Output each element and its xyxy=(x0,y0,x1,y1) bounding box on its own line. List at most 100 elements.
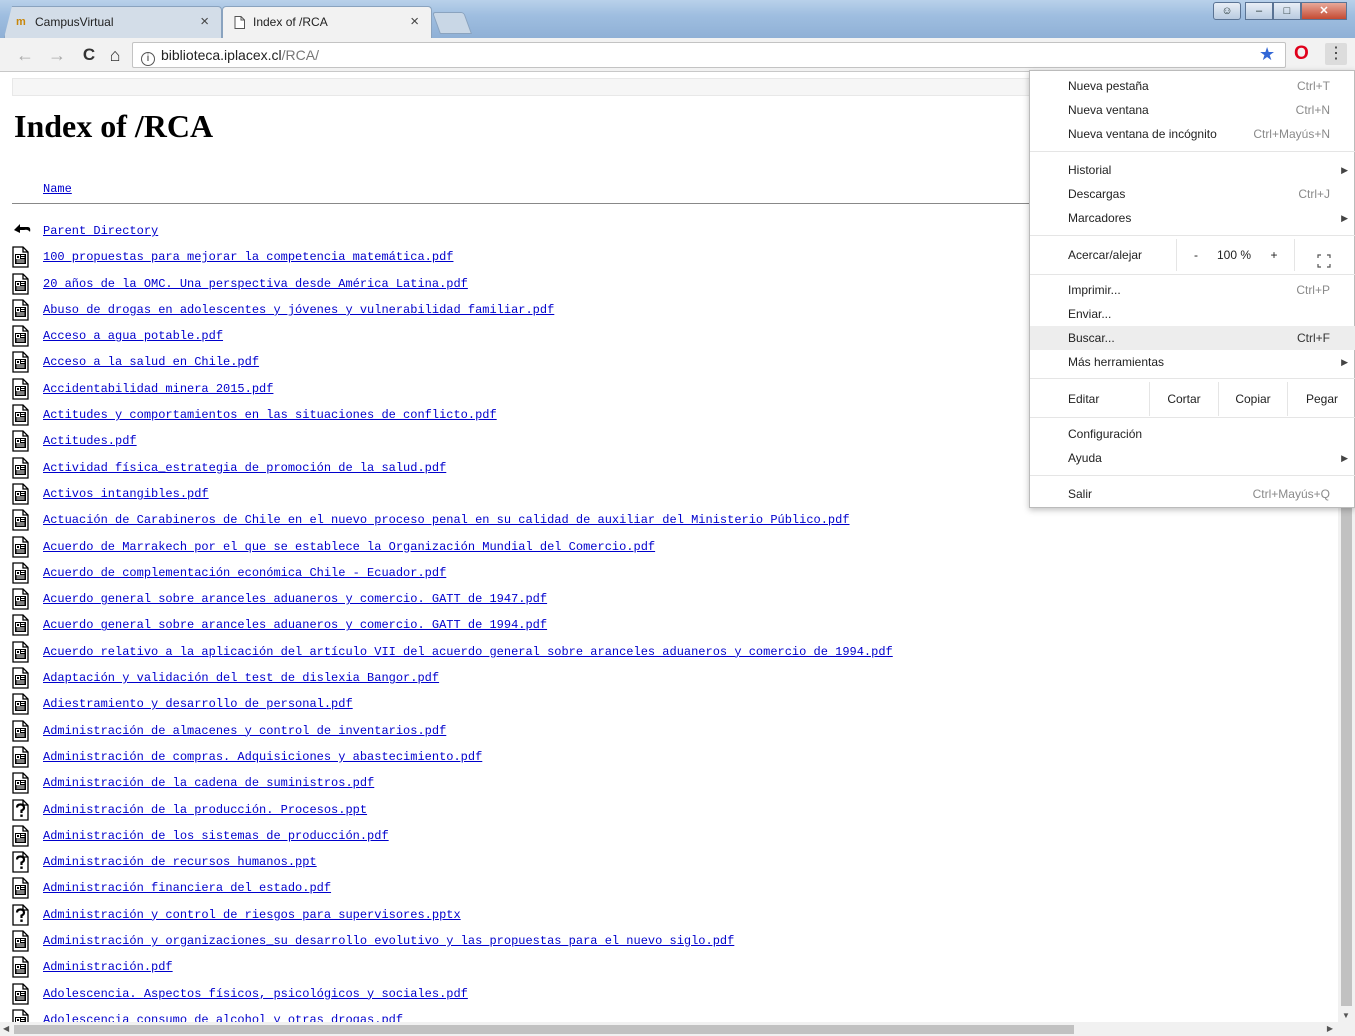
file-link[interactable]: Activos intangibles.pdf xyxy=(43,487,209,501)
file-link[interactable]: Acuerdo de complementación económica Chi… xyxy=(43,566,446,580)
menu-item-new-window[interactable]: Nueva ventana Ctrl+N xyxy=(1030,98,1355,122)
file-link[interactable]: Administración y control de riesgos para… xyxy=(43,908,461,922)
file-link[interactable]: Administración.pdf xyxy=(43,960,173,974)
cut-button[interactable]: Cortar xyxy=(1150,382,1218,414)
file-link[interactable]: Actitudes y comportamientos en las situa… xyxy=(43,408,497,422)
file-link[interactable]: Abuso de drogas en adolescentes y jóvene… xyxy=(43,303,554,317)
menu-item-find[interactable]: Buscar... Ctrl+F xyxy=(1030,326,1355,350)
tab-index-rca[interactable]: Index of /RCA × xyxy=(222,6,432,39)
submenu-arrow-icon: ▶ xyxy=(1341,453,1348,463)
pdf-file-icon xyxy=(12,825,32,847)
page-icon xyxy=(234,16,247,29)
file-link[interactable]: Acuerdo general sobre aranceles aduanero… xyxy=(43,618,547,632)
reload-button[interactable]: C xyxy=(78,44,100,66)
file-link[interactable]: Adiestramiento y desarrollo de personal.… xyxy=(43,697,353,711)
file-link[interactable]: Acuerdo relativo a la aplicación del art… xyxy=(43,645,893,659)
fullscreen-icon[interactable] xyxy=(1316,248,1332,268)
pdf-file-icon xyxy=(12,351,32,374)
close-window-button[interactable]: ✕ xyxy=(1301,2,1347,20)
file-link[interactable]: Administración y organizaciones_su desar… xyxy=(43,934,734,948)
menu-item-exit[interactable]: Salir Ctrl+Mayús+Q xyxy=(1030,482,1355,506)
pdf-file-icon xyxy=(12,246,32,268)
menu-shortcut: Ctrl+N xyxy=(1295,103,1330,117)
file-link[interactable]: Actuación de Carabineros de Chile en el … xyxy=(43,513,850,527)
address-host: biblioteca.iplacex.cl xyxy=(161,47,282,63)
pdf-file-icon xyxy=(12,457,32,479)
title-bar: m CampusVirtual × Index of /RCA × ☺ – □ … xyxy=(0,0,1355,39)
file-link[interactable]: Administración de almacenes y control de… xyxy=(43,724,446,738)
menu-kebab-icon[interactable]: ⋮ xyxy=(1325,43,1347,65)
tab-title: Index of /RCA xyxy=(253,15,328,29)
file-link[interactable]: Administración de la producción. Proceso… xyxy=(43,803,367,817)
menu-shortcut: Ctrl+J xyxy=(1298,187,1330,201)
minimize-button[interactable]: – xyxy=(1245,2,1273,20)
file-link[interactable]: Administración de recursos humanos.ppt xyxy=(43,855,317,869)
menu-item-downloads[interactable]: Descargas Ctrl+J xyxy=(1030,182,1355,206)
menu-shortcut: Ctrl+F xyxy=(1297,331,1330,345)
user-icon[interactable]: ☺ xyxy=(1213,2,1241,20)
scrollbar-thumb[interactable] xyxy=(14,1025,1074,1034)
close-tab-icon[interactable]: × xyxy=(410,7,419,37)
file-link[interactable]: Acuerdo general sobre aranceles aduanero… xyxy=(43,592,547,606)
pdf-file-icon xyxy=(12,614,32,637)
menu-item-incognito[interactable]: Nueva ventana de incógnito Ctrl+Mayús+N xyxy=(1030,122,1355,146)
menu-item-settings[interactable]: Configuración xyxy=(1030,422,1355,446)
file-link[interactable]: Administración de compras. Adquisiciones… xyxy=(43,750,482,764)
file-link[interactable]: Acceso a la salud en Chile.pdf xyxy=(43,355,259,369)
address-path: /RCA/ xyxy=(281,47,319,63)
back-arrow-icon xyxy=(12,220,32,242)
horizontal-scrollbar[interactable]: ◀ ▶ xyxy=(0,1022,1355,1036)
close-tab-icon[interactable]: × xyxy=(200,7,209,37)
zoom-out-button[interactable]: - xyxy=(1188,239,1204,271)
file-link[interactable]: 100 propuestas para mejorar la competenc… xyxy=(43,250,453,264)
forward-button[interactable]: → xyxy=(46,44,68,66)
scroll-down-icon[interactable]: ▼ xyxy=(1342,1011,1350,1020)
file-link[interactable]: Administración de los sistemas de produc… xyxy=(43,829,389,843)
menu-item-more-tools[interactable]: Más herramientas ▶ xyxy=(1030,350,1355,374)
file-link[interactable]: 20 años de la OMC. Una perspectiva desde… xyxy=(43,277,468,291)
file-link[interactable]: Administración de la cadena de suministr… xyxy=(43,776,374,790)
zoom-in-button[interactable]: + xyxy=(1266,239,1282,271)
menu-item-new-tab[interactable]: Nueva pestaña Ctrl+T xyxy=(1030,74,1355,98)
menu-item-print[interactable]: Imprimir... Ctrl+P xyxy=(1030,278,1355,302)
edit-label: Editar xyxy=(1068,392,1100,406)
menu-item-help[interactable]: Ayuda ▶ xyxy=(1030,446,1355,470)
menu-item-cast[interactable]: Enviar... xyxy=(1030,302,1355,326)
back-button[interactable]: ← xyxy=(14,44,36,66)
scroll-left-icon[interactable]: ◀ xyxy=(3,1024,9,1033)
file-link[interactable]: Actividad física_estrategia de promoción… xyxy=(43,461,446,475)
opera-icon[interactable]: O xyxy=(1294,43,1309,65)
address-bar[interactable]: i biblioteca.iplacex.cl/RCA/ xyxy=(132,42,1286,68)
bookmark-star-icon[interactable]: ★ xyxy=(1259,44,1275,65)
paste-button[interactable]: Pegar xyxy=(1288,382,1355,414)
tab-campusvirtual[interactable]: m CampusVirtual × xyxy=(4,6,222,38)
scroll-right-icon[interactable]: ▶ xyxy=(1327,1024,1333,1033)
pdf-file-icon xyxy=(12,299,32,321)
copy-button[interactable]: Copiar xyxy=(1219,382,1287,414)
file-link[interactable]: Acuerdo de Marrakech por el que se estab… xyxy=(43,540,655,554)
file-link[interactable]: Adaptación y validación del test de disl… xyxy=(43,671,439,685)
menu-item-bookmarks[interactable]: Marcadores ▶ xyxy=(1030,206,1355,230)
new-tab-button[interactable] xyxy=(431,12,473,34)
menu-separator xyxy=(1030,475,1355,476)
unknown-file-icon xyxy=(12,904,32,926)
sort-by-name-link[interactable]: Name xyxy=(43,182,72,196)
zoom-value: 100 % xyxy=(1216,248,1252,262)
menu-item-label: Enviar... xyxy=(1068,307,1112,321)
file-link[interactable]: Accidentabilidad minera 2015.pdf xyxy=(43,382,273,396)
file-link[interactable]: Administración financiera del estado.pdf xyxy=(43,881,331,895)
menu-item-label: Marcadores xyxy=(1068,211,1132,225)
menu-shortcut: Ctrl+P xyxy=(1296,283,1330,297)
menu-shortcut: Ctrl+Mayús+Q xyxy=(1252,487,1330,501)
pdf-file-icon xyxy=(12,956,32,978)
parent-directory-link[interactable]: Parent Directory xyxy=(43,224,158,238)
file-link[interactable]: Acceso a agua potable.pdf xyxy=(43,329,223,343)
maximize-button[interactable]: □ xyxy=(1273,2,1301,20)
file-link[interactable]: Adolescencia consumo de alcohol y otras … xyxy=(43,1013,403,1022)
file-link[interactable]: Actitudes.pdf xyxy=(43,434,137,448)
home-button[interactable]: ⌂ xyxy=(104,44,126,66)
menu-item-history[interactable]: Historial ▶ xyxy=(1030,158,1355,182)
file-link[interactable]: Adolescencia. Aspectos físicos, psicológ… xyxy=(43,987,468,1001)
info-icon[interactable]: i xyxy=(141,52,155,66)
pdf-file-icon xyxy=(12,746,32,768)
